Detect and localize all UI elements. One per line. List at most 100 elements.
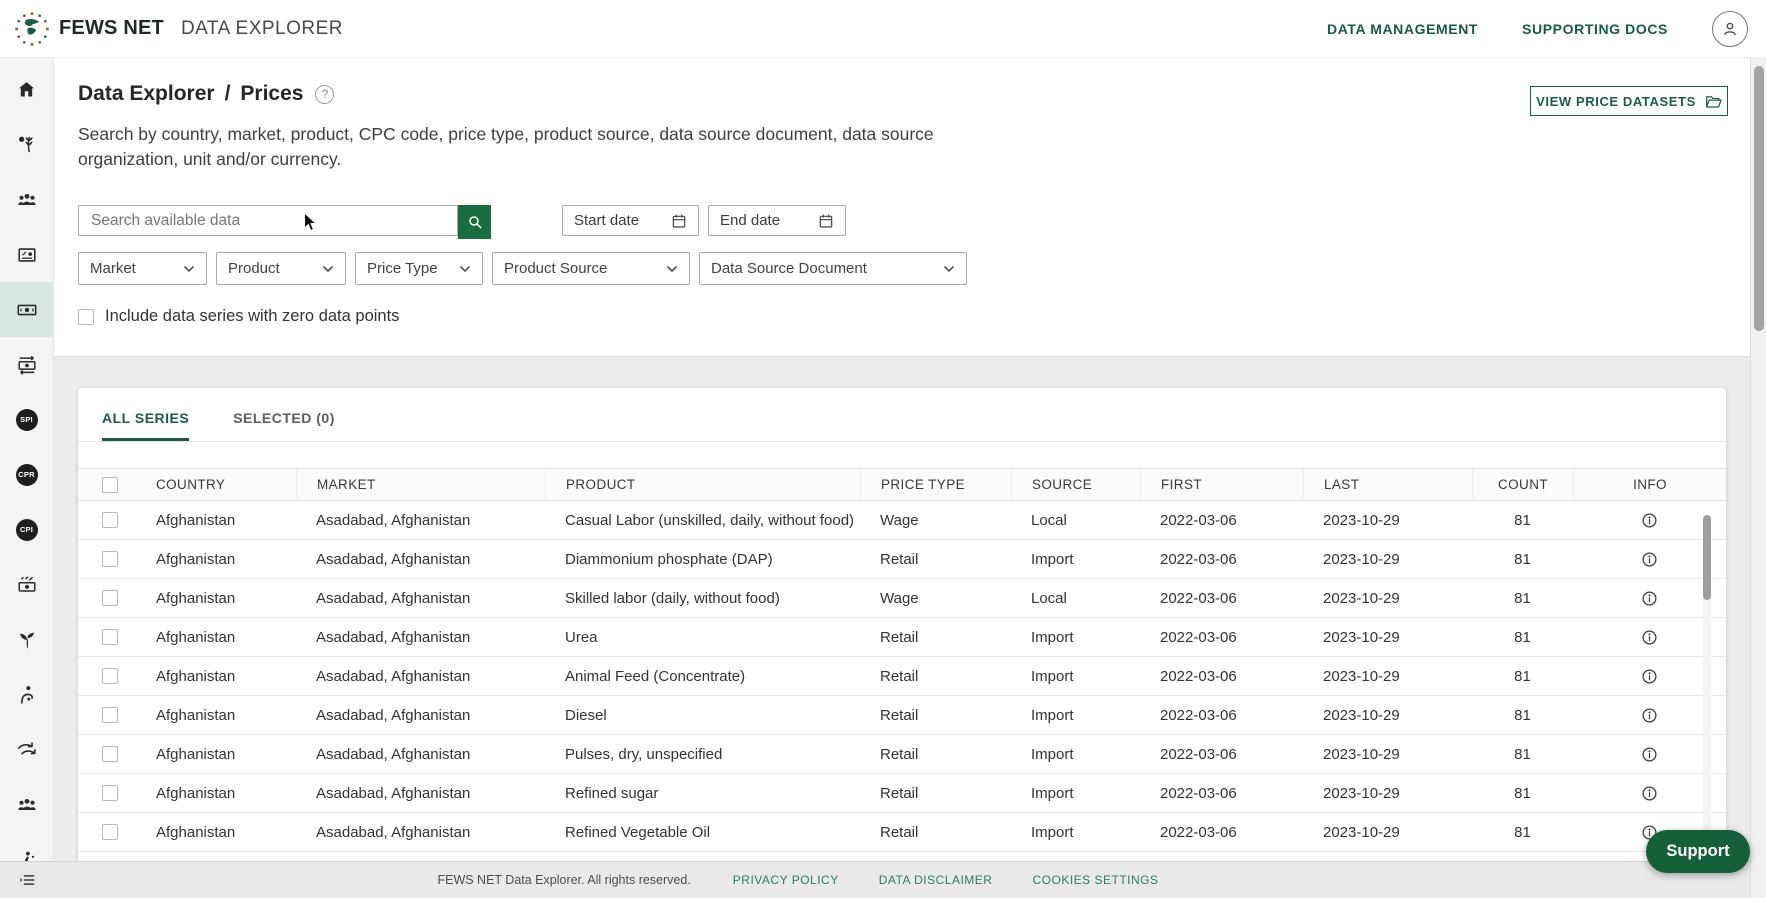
page-scrollbar[interactable]: [1750, 58, 1766, 898]
sidebar-item-demographics[interactable]: [0, 172, 53, 227]
column-header-market[interactable]: MARKET: [296, 469, 545, 500]
info-icon[interactable]: [1641, 668, 1658, 685]
info-icon[interactable]: [1641, 590, 1658, 607]
tab-all-series[interactable]: ALL SERIES: [102, 410, 190, 441]
row-checkbox[interactable]: [102, 785, 118, 801]
info-icon[interactable]: [1641, 707, 1658, 724]
sidebar-item-nutrition[interactable]: [0, 667, 53, 722]
search-button[interactable]: [458, 205, 491, 239]
first-date-cell: 2022-03-06: [1160, 706, 1237, 724]
dropdown-data-source-document[interactable]: Data Source Document: [699, 252, 967, 285]
end-date-field[interactable]: End date: [708, 205, 846, 236]
tab-selected-0[interactable]: SELECTED (0): [233, 410, 335, 441]
row-checkbox-cell: [78, 707, 136, 723]
spi-icon: SPI: [15, 408, 38, 431]
help-icon[interactable]: ?: [315, 84, 335, 104]
count-cell: 81: [1514, 745, 1531, 763]
zero-data-points-row: Include data series with zero data point…: [78, 307, 399, 326]
source-cell: Import: [1031, 784, 1074, 802]
info-icon[interactable]: [1641, 629, 1658, 646]
row-checkbox[interactable]: [102, 668, 118, 684]
row-checkbox[interactable]: [102, 707, 118, 723]
row-checkbox-cell: [78, 785, 136, 801]
column-header-first[interactable]: FIRST: [1140, 469, 1303, 500]
product-cell: Refined Vegetable Oil: [565, 823, 711, 841]
sidebar-item-home[interactable]: [0, 62, 53, 117]
market-cell: Asadabad, Afghanistan: [316, 589, 471, 607]
sidebar-item-households[interactable]: [0, 777, 53, 832]
count-cell: 81: [1514, 667, 1531, 685]
info-icon[interactable]: [1641, 785, 1658, 802]
sidebar-collapse-button[interactable]: [0, 863, 54, 896]
page-scrollbar-thumb[interactable]: [1754, 66, 1764, 331]
row-checkbox[interactable]: [102, 746, 118, 762]
select-all-cell: [78, 469, 136, 500]
country-cell: Afghanistan: [156, 628, 236, 646]
sidebar-item-crop-production[interactable]: [0, 117, 53, 172]
dropdown-market[interactable]: Market: [78, 252, 207, 285]
start-date-field[interactable]: Start date: [562, 205, 699, 236]
dropdown-price-type[interactable]: Price Type: [355, 252, 483, 285]
info-icon[interactable]: [1641, 551, 1658, 568]
sidebar-item-exchange-rates[interactable]: [0, 337, 53, 392]
info-icon[interactable]: [1641, 746, 1658, 763]
footer-link-data-disclaimer[interactable]: DATA DISCLAIMER: [879, 873, 993, 887]
footer-link-privacy-policy[interactable]: PRIVACY POLICY: [733, 873, 839, 887]
nav-link-supporting-docs[interactable]: SUPPORTING DOCS: [1522, 21, 1668, 37]
sidebar-item-prices[interactable]: [0, 282, 53, 337]
first-date-cell: 2022-03-06: [1160, 745, 1237, 763]
support-label: Support: [1666, 842, 1730, 860]
dropdown-label-data-source-document: Data Source Document: [711, 260, 867, 277]
dropdown-product[interactable]: Product: [216, 252, 346, 285]
sidebar-item-seed-security[interactable]: [0, 612, 53, 667]
sidebar-item-remittances[interactable]: [0, 557, 53, 612]
sidebar-item-cpi[interactable]: CPI: [0, 502, 53, 557]
select-all-checkbox[interactable]: [102, 476, 118, 493]
footer-link-cookies-settings[interactable]: COOKIES SETTINGS: [1032, 873, 1158, 887]
column-header-info[interactable]: INFO: [1573, 469, 1726, 500]
sidebar-item-market-profiles[interactable]: [0, 227, 53, 282]
dropdown-product-source[interactable]: Product Source: [492, 252, 690, 285]
sidebar-item-spi[interactable]: SPI: [0, 392, 53, 447]
view-price-datasets-button[interactable]: VIEW PRICE DATASETS: [1530, 86, 1728, 116]
footer: FEWS NET Data Explorer. All rights reser…: [0, 861, 1766, 898]
column-header-country[interactable]: COUNTRY: [136, 469, 296, 500]
filter-dropdowns: Market Product Price Type Product Source Dat…: [78, 252, 967, 285]
country-cell: Afghanistan: [156, 745, 236, 763]
chevron-down-icon: [943, 265, 955, 273]
table-row: Afghanistan Asadabad, Afghanistan Refined …: [78, 774, 1726, 813]
search-input[interactable]: [78, 205, 458, 236]
support-button[interactable]: Support: [1646, 830, 1750, 873]
sidebar-item-trade-flows[interactable]: [0, 722, 53, 777]
breadcrumb-root[interactable]: Data Explorer: [78, 82, 215, 106]
row-checkbox[interactable]: [102, 824, 118, 840]
row-checkbox[interactable]: [102, 590, 118, 606]
series-card: ALL SERIES SELECTED (0) COUNTRY MARKET PROD…: [78, 388, 1726, 861]
zero-data-points-checkbox[interactable]: [78, 308, 94, 325]
dropdown-label-product-source: Product Source: [504, 260, 608, 277]
collapse-menu-icon: [17, 870, 37, 890]
info-icon[interactable]: [1641, 512, 1658, 529]
row-checkbox[interactable]: [102, 512, 118, 528]
source-cell: Import: [1031, 628, 1074, 646]
column-header-last[interactable]: LAST: [1303, 469, 1472, 500]
nav-link-data-management[interactable]: DATA MANAGEMENT: [1327, 21, 1478, 37]
row-checkbox[interactable]: [102, 551, 118, 567]
footer-links: PRIVACY POLICY DATA DISCLAIMER COOKIES SET…: [733, 873, 1159, 887]
column-header-count[interactable]: COUNT: [1472, 469, 1573, 500]
product-cell: Urea: [565, 628, 598, 646]
country-cell: Afghanistan: [156, 550, 236, 568]
main-content: Data Explorer / Prices ? VIEW PRICE DATA…: [54, 58, 1766, 898]
chevron-down-icon: [666, 265, 678, 273]
column-header-price-type[interactable]: PRICE TYPE: [860, 469, 1011, 500]
column-header-product[interactable]: PRODUCT: [545, 469, 860, 500]
user-avatar-button[interactable]: [1712, 10, 1748, 47]
open-folder-icon: [1705, 94, 1722, 109]
sidebar-item-cpr[interactable]: CPR: [0, 447, 53, 502]
row-checkbox[interactable]: [102, 629, 118, 645]
table-scrollbar-thumb[interactable]: [1703, 515, 1711, 600]
price-type-cell: Retail: [880, 628, 919, 646]
country-cell: Afghanistan: [156, 706, 236, 724]
calendar-icon: [818, 213, 834, 229]
column-header-source[interactable]: SOURCE: [1011, 469, 1140, 500]
